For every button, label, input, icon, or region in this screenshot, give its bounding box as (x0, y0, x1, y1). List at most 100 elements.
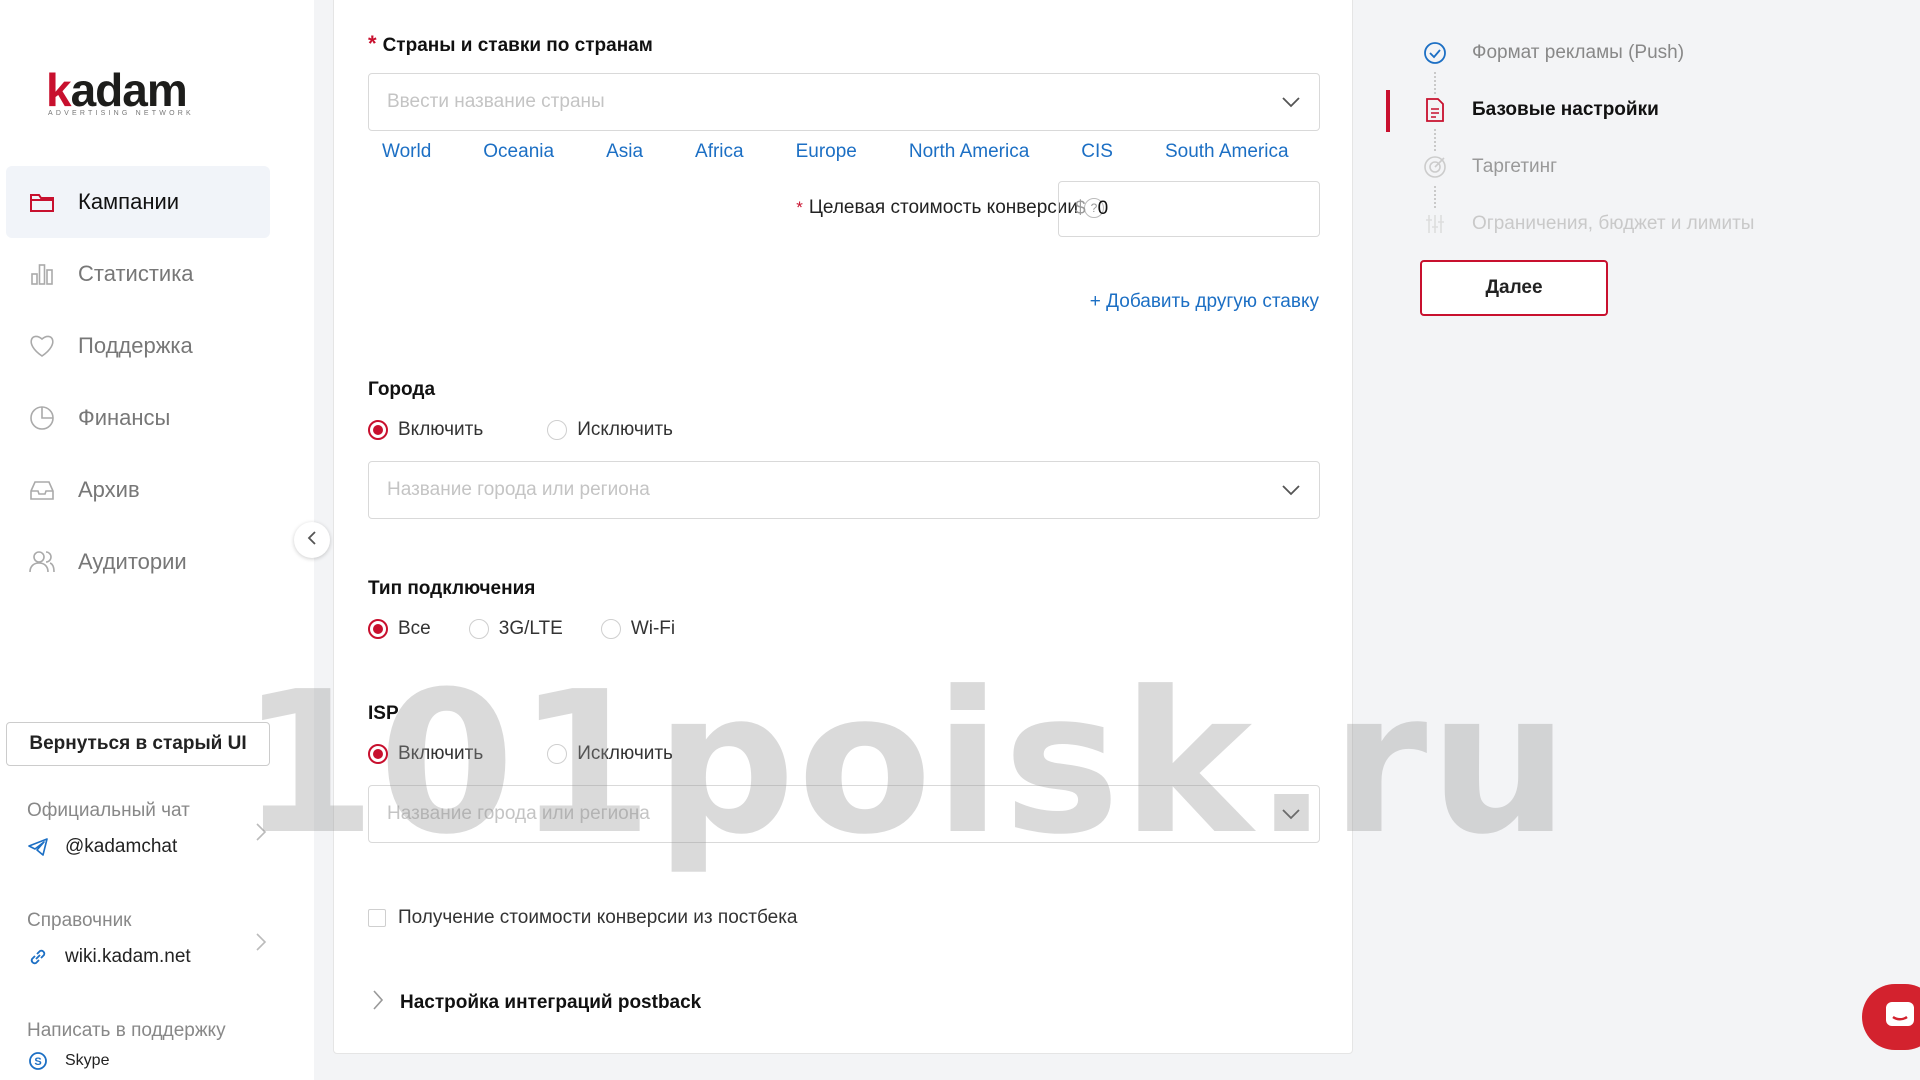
region-north-america[interactable]: North America (909, 141, 1029, 163)
old-ui-button[interactable]: Вернуться в старый UI (6, 722, 270, 766)
next-button[interactable]: Далее (1420, 260, 1608, 316)
required-asterisk: * (796, 198, 803, 217)
official-chat-title: Официальный чат (27, 800, 190, 821)
connection-3g-radio[interactable]: 3G/LTE (468, 618, 563, 640)
conversion-cost-text: Целевая стоимость конверсии (808, 197, 1078, 218)
radio-dot (368, 619, 388, 639)
kadamchat-label: @kadamchat (65, 836, 178, 857)
connection-wifi-radio[interactable]: Wi-Fi (600, 618, 676, 640)
radio-dot (368, 744, 388, 764)
heart-icon (28, 332, 56, 360)
kadamchat-link[interactable]: @kadamchat (27, 836, 267, 858)
wiki-link[interactable]: wiki.kadam.net (27, 946, 267, 968)
sidebar: kadam ADVERTISING NETWORK Кампании Стати… (0, 0, 314, 1080)
radio-label: Исключить (577, 419, 673, 440)
conversion-cost-input[interactable]: $ 0 (1058, 181, 1320, 237)
support-block: Написать в поддержку S Skype (27, 1020, 267, 1072)
isp-include-radio[interactable]: Включить (368, 743, 483, 765)
folder-icon (28, 188, 56, 216)
region-cis[interactable]: CIS (1081, 141, 1113, 163)
isp-exclude-radio[interactable]: Исключить (547, 743, 673, 765)
region-europe[interactable]: Europe (796, 141, 857, 163)
isp-select[interactable]: Название города или региона (368, 785, 1320, 843)
region-oceania[interactable]: Oceania (483, 141, 554, 163)
radio-label: Wi-Fi (630, 618, 676, 639)
svg-text:S: S (34, 1056, 41, 1068)
cities-exclude-radio[interactable]: Исключить (547, 419, 673, 441)
wiki-label: wiki.kadam.net (65, 946, 191, 967)
sidebar-item-label: Аудитории (78, 549, 187, 574)
step-connector (1434, 186, 1436, 208)
sidebar-item-label: Финансы (78, 405, 171, 430)
chevron-right-icon[interactable] (255, 822, 267, 847)
add-rate-link[interactable]: + Добавить другую ставку (1090, 291, 1319, 313)
skype-icon: S (27, 1050, 49, 1072)
postback-settings-toggle[interactable]: Настройка интеграций postback (372, 989, 701, 1017)
chevron-down-icon (1281, 480, 1301, 502)
collapse-sidebar-button[interactable] (294, 522, 330, 558)
checkbox-label: Получение стоимости конверсии из постбек… (398, 907, 798, 928)
sidebar-item-label: Архив (78, 477, 140, 502)
radio-label: Включить (398, 743, 484, 764)
chat-icon (1883, 999, 1917, 1036)
bar-chart-icon (28, 260, 56, 288)
sidebar-item-support[interactable]: Поддержка (6, 310, 270, 382)
sidebar-item-label: Статистика (78, 261, 194, 286)
radio-dot (468, 619, 489, 639)
region-world[interactable]: World (382, 141, 431, 163)
connection-type-radios: Все 3G/LTE Wi-Fi (368, 618, 713, 640)
step-label: Ограничения, бюджет и лимиты (1472, 213, 1755, 234)
country-select[interactable]: Ввести название страны (368, 73, 1320, 131)
chevron-right-icon[interactable] (255, 932, 267, 957)
country-select-placeholder: Ввести название страны (387, 91, 605, 112)
chat-widget-button[interactable] (1862, 984, 1920, 1050)
region-asia[interactable]: Asia (606, 141, 643, 163)
sidebar-item-finance[interactable]: Финансы (6, 382, 270, 454)
sidebar-item-label: Поддержка (78, 333, 193, 358)
postback-settings-label: Настройка интеграций postback (400, 992, 702, 1013)
isp-title: ISP (368, 703, 399, 724)
cities-mode-radios: Включить Исключить (368, 419, 711, 441)
isp-mode-radios: Включить Исключить (368, 743, 711, 765)
connection-type-title: Тип подключения (368, 578, 536, 599)
sidebar-item-audiences[interactable]: Аудитории (6, 526, 270, 598)
skype-label: Skype (65, 1052, 110, 1069)
step-targeting[interactable]: Таргетинг (1422, 154, 1557, 180)
region-south-america[interactable]: South America (1165, 141, 1289, 163)
step-ad-format[interactable]: Формат рекламы (Push) (1422, 40, 1684, 66)
main-nav: Кампании Статистика Поддержка Финансы Ар… (6, 166, 270, 598)
sidebar-item-statistics[interactable]: Статистика (6, 238, 270, 310)
radio-dot (547, 420, 568, 440)
countries-section-title: * Страны и ставки по странам (368, 31, 653, 57)
sliders-icon (1422, 211, 1448, 237)
postback-conversion-checkbox[interactable]: Получение стоимости конверсии из постбек… (368, 907, 798, 929)
step-label: Базовые настройки (1472, 99, 1659, 120)
conversion-cost-value: 0 (1097, 198, 1109, 219)
sidebar-item-campaigns[interactable]: Кампании (6, 166, 270, 238)
wiki-title: Справочник (27, 910, 132, 931)
isp-select-placeholder: Название города или региона (387, 803, 650, 824)
region-quick-links: World Oceania Asia Africa Europe North A… (382, 141, 1289, 163)
inbox-icon (28, 476, 56, 504)
users-icon (28, 548, 56, 576)
logo-subtitle: ADVERTISING NETWORK (48, 110, 194, 117)
city-select[interactable]: Название города или региона (368, 461, 1320, 519)
connection-all-radio[interactable]: Все (368, 618, 431, 640)
link-icon (27, 946, 49, 968)
sidebar-item-archive[interactable]: Архив (6, 454, 270, 526)
settings-form-card: * Страны и ставки по странам Ввести назва… (333, 0, 1353, 1054)
radio-label: 3G/LTE (498, 618, 563, 639)
chevron-down-icon (1281, 92, 1301, 114)
wiki-block: Справочник wiki.kadam.net (27, 910, 267, 968)
active-step-indicator (1386, 90, 1390, 132)
step-connector (1434, 129, 1436, 151)
logo-k: k (46, 64, 72, 116)
step-base-settings[interactable]: Базовые настройки (1422, 97, 1659, 123)
cities-include-radio[interactable]: Включить (368, 419, 483, 441)
skype-link[interactable]: S Skype (27, 1050, 267, 1072)
radio-label: Исключить (577, 743, 673, 764)
region-africa[interactable]: Africa (695, 141, 744, 163)
support-title: Написать в поддержку (27, 1020, 226, 1041)
step-limits[interactable]: Ограничения, бюджет и лимиты (1422, 211, 1754, 237)
kadam-logo[interactable]: kadam ADVERTISING NETWORK (46, 66, 194, 126)
